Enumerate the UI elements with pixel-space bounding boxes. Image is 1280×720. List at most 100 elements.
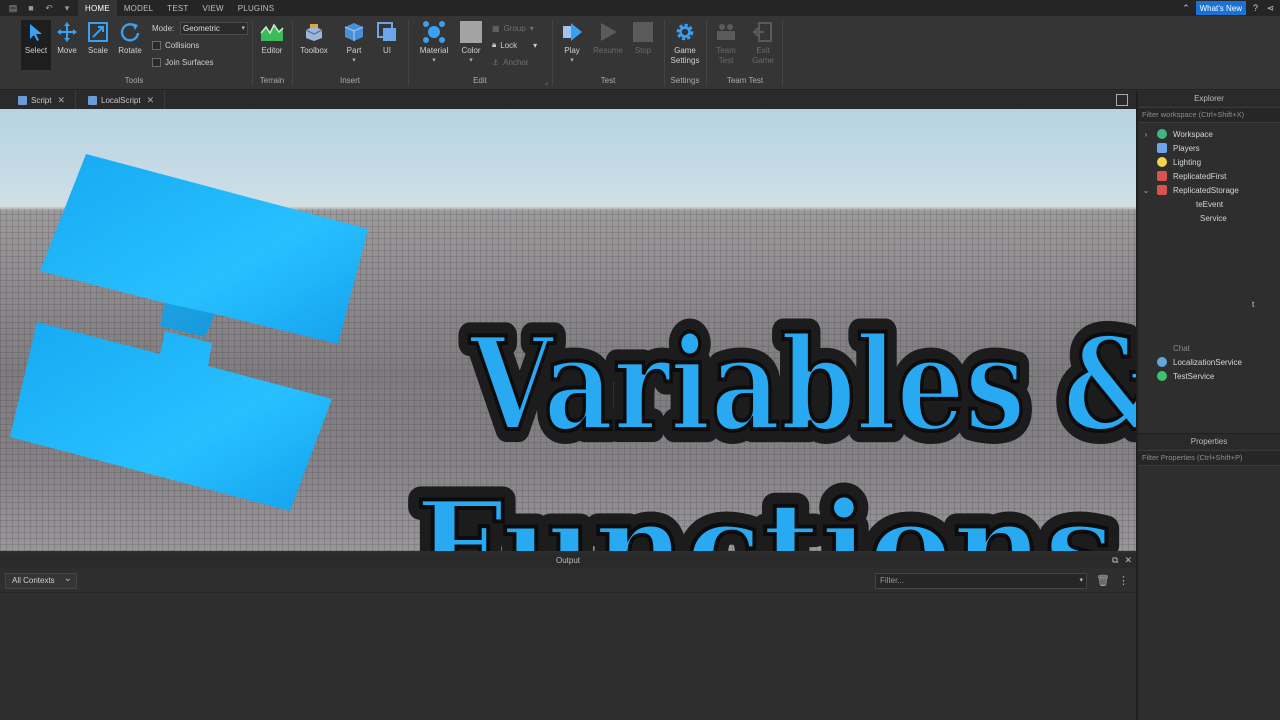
output-panel-header: Output ⧉ ✕ [0, 553, 1136, 568]
scale-icon [86, 20, 110, 44]
tree-item-players[interactable]: Players [1138, 141, 1280, 155]
play-dropdown-icon[interactable]: ▾ [570, 56, 574, 66]
properties-title: Properties [1138, 434, 1280, 449]
stop-button[interactable]: Stop [628, 20, 658, 70]
tab-localscript[interactable]: LocalScript ✕ [76, 91, 166, 109]
players-icon [1157, 143, 1167, 153]
stop-icon [631, 20, 655, 44]
chevron-down-icon[interactable]: ⌄ [1138, 186, 1154, 195]
terrain-editor-label: Editor [261, 46, 283, 55]
part-cube-icon [342, 20, 366, 44]
rotate-icon [118, 20, 142, 44]
team-test-icon [714, 20, 738, 44]
menu-tab-model[interactable]: MODEL [117, 0, 160, 16]
tab-script-label: Script [31, 95, 52, 105]
title-line2: Functions [415, 474, 1115, 551]
resume-button[interactable]: Resume [591, 20, 625, 70]
tree-item-replicatedfirst[interactable]: ReplicatedFirst [1138, 169, 1280, 183]
team-test-group-label: Team Test [726, 76, 764, 85]
file-icon[interactable]: ▤ [8, 3, 18, 13]
join-surfaces-toggle[interactable]: Join Surfaces [152, 56, 213, 68]
collapse-ribbon-icon[interactable]: ⌃ [1181, 3, 1192, 14]
contexts-select[interactable]: All Contexts [5, 572, 77, 589]
menu-tab-plugins[interactable]: PLUGINS [231, 0, 282, 16]
help-icon[interactable]: ? [1250, 3, 1261, 14]
more-options-icon[interactable]: ⋮ [1118, 574, 1129, 588]
share-icon[interactable]: ⋖ [1265, 3, 1276, 14]
localization-icon [1157, 357, 1167, 367]
play-button[interactable]: Play ▾ [557, 20, 587, 70]
team-test-button[interactable]: Team Test [711, 20, 741, 70]
select-button[interactable]: Select [21, 20, 51, 70]
fullscreen-icon[interactable] [1116, 94, 1128, 106]
tree-item-workspace[interactable]: › Workspace [1138, 127, 1280, 141]
edit-expand-icon[interactable]: ⌟ [545, 78, 548, 86]
tree-item-replicatedstorage[interactable]: ⌄ ReplicatedStorage [1138, 183, 1280, 197]
whats-new-button[interactable]: What's New [1195, 1, 1246, 15]
close-icon[interactable]: ✕ [147, 95, 155, 106]
join-surfaces-checkbox[interactable] [152, 57, 161, 67]
scale-button[interactable]: Scale [83, 20, 113, 70]
lock-icon: 🔒︎ [492, 40, 497, 49]
part-dropdown-icon[interactable]: ▾ [352, 56, 356, 66]
lock-button[interactable]: 🔒︎ Lock ▾ [492, 39, 537, 51]
rotate-button[interactable]: Rotate [115, 20, 145, 70]
color-swatch-icon [459, 20, 483, 44]
separator [782, 20, 783, 86]
menu-tab-home[interactable]: HOME [78, 0, 117, 16]
game-settings-label-line2: Settings [670, 56, 700, 65]
save-icon[interactable]: ■ [26, 3, 36, 13]
tree-item-localizationservice[interactable]: LocalizationService [1138, 355, 1280, 369]
lock-dropdown-icon: ▾ [533, 40, 538, 50]
collisions-checkbox[interactable] [152, 40, 161, 50]
document-tab-bar: Script ✕ LocalScript ✕ [0, 91, 1136, 109]
play-icon [560, 20, 584, 44]
undo-icon[interactable]: ↶ [44, 3, 54, 13]
tree-item-testservice[interactable]: TestService [1138, 369, 1280, 383]
explorer-panel: Explorer Filter workspace (Ctrl+Shift+X)… [1138, 91, 1280, 431]
output-log[interactable] [0, 594, 1136, 720]
group-button[interactable]: ▦ Group ▾ [492, 22, 534, 34]
terrain-group: Editor Terrain [254, 16, 290, 90]
material-dropdown-icon[interactable]: ▾ [432, 56, 436, 66]
anchor-button[interactable]: ⚓︎ Anchor [492, 56, 529, 68]
test-group: Play ▾ Resume Stop Test [554, 16, 662, 90]
collisions-toggle[interactable]: Collisions [152, 39, 199, 51]
material-button[interactable]: Material ▾ [418, 20, 450, 70]
game-settings-button[interactable]: Game Settings [669, 20, 701, 70]
output-title: Output [555, 556, 580, 565]
color-dropdown-icon[interactable]: ▾ [469, 56, 473, 66]
tree-item-lighting[interactable]: Lighting [1138, 155, 1280, 169]
close-icon[interactable]: ✕ [1124, 553, 1132, 568]
close-icon[interactable]: ✕ [57, 95, 65, 106]
3d-viewport[interactable]: Variables & Variables & Functions Functi… [0, 109, 1136, 551]
menu-tab-test[interactable]: TEST [160, 0, 195, 16]
tree-item-partial[interactable]: t [1138, 297, 1280, 311]
output-filter-input[interactable]: Filter... [875, 573, 1087, 589]
tab-script[interactable]: Script ✕ [0, 91, 76, 109]
ribbon: Select Move Scale Rotate Mode: Geometric… [0, 16, 1280, 90]
mode-select[interactable]: Geometric [180, 22, 248, 35]
color-button[interactable]: Color ▾ [456, 20, 486, 70]
terrain-editor-button[interactable]: Editor [257, 20, 287, 70]
properties-filter-input[interactable]: Filter Properties (Ctrl+Shift+P) [1138, 450, 1280, 466]
explorer-filter-input[interactable]: Filter workspace (Ctrl+Shift+X) [1138, 107, 1280, 123]
undock-icon[interactable]: ⧉ [1112, 553, 1118, 568]
customize-quick-access-icon[interactable]: ▾ [62, 3, 72, 13]
chevron-right-icon[interactable]: › [1138, 130, 1154, 139]
part-button[interactable]: Part ▾ [339, 20, 369, 70]
checkmark-icon [1157, 371, 1167, 381]
tree-item-remoteevent[interactable]: teEvent [1138, 197, 1280, 211]
trash-icon[interactable]: 🗑︎ [1096, 574, 1110, 588]
tree-item-service[interactable]: Service [1138, 211, 1280, 225]
ui-button[interactable]: UI [372, 20, 402, 70]
menu-tab-view[interactable]: VIEW [196, 0, 231, 16]
terrain-icon [260, 20, 284, 44]
move-button[interactable]: Move [52, 20, 82, 70]
toolbox-button[interactable]: Toolbox [297, 20, 331, 70]
tree-item-chat[interactable]: Chat [1138, 341, 1280, 355]
cursor-icon [24, 20, 48, 44]
menubar-right: ⌃ What's New ? ⋖ [1181, 0, 1280, 16]
separator [552, 20, 553, 86]
exit-game-button[interactable]: Exit Game [748, 20, 778, 70]
